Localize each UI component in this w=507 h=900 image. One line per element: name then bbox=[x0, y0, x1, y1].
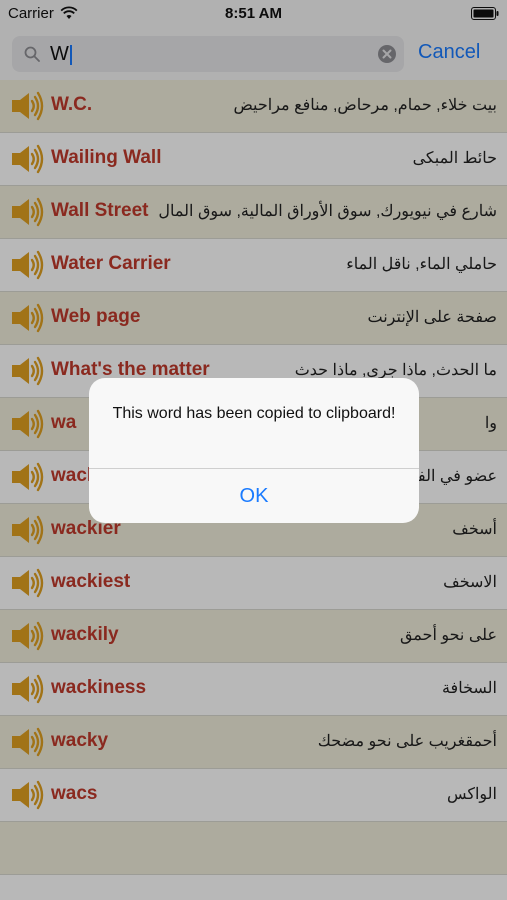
alert-message: This word has been copied to clipboard! bbox=[112, 405, 396, 422]
alert-dialog: This word has been copied to clipboard! … bbox=[89, 378, 419, 523]
ok-button[interactable]: OK bbox=[89, 469, 419, 523]
